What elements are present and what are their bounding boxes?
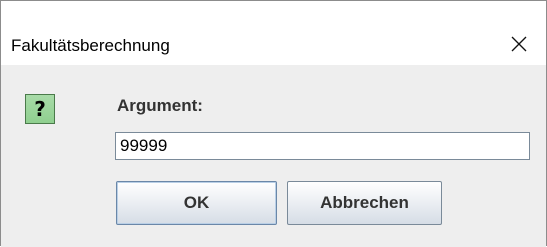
cancel-button[interactable]: Abbrechen xyxy=(287,181,442,225)
question-icon-glyph: ? xyxy=(34,97,46,121)
question-icon: ? xyxy=(25,94,55,124)
close-icon xyxy=(511,36,527,52)
close-button[interactable] xyxy=(499,28,539,60)
argument-input[interactable] xyxy=(115,132,530,160)
ok-button[interactable]: OK xyxy=(116,181,277,225)
dialog-window: Fakultätsberechnung ? Argument: OK Abbre… xyxy=(0,0,547,247)
dialog-content: ? Argument: OK Abbrechen xyxy=(1,65,546,247)
window-title: Fakultätsberechnung xyxy=(11,36,170,55)
argument-label: Argument: xyxy=(117,96,203,115)
title-bar: Fakultätsberechnung xyxy=(1,1,546,65)
